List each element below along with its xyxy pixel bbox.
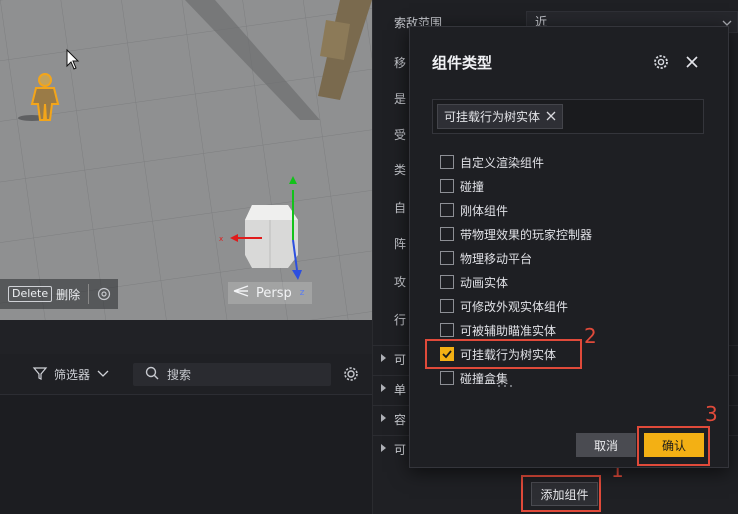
- dialog-close-icon[interactable]: [684, 54, 700, 73]
- selected-object[interactable]: [245, 205, 298, 268]
- expand-triangle-icon: [381, 444, 386, 452]
- camera-mode-button[interactable]: Persp z: [228, 282, 312, 304]
- delete-label[interactable]: 删除: [56, 286, 80, 303]
- checkbox[interactable]: [440, 371, 454, 385]
- option-collision[interactable]: 碰撞: [440, 177, 484, 195]
- option-label: 带物理效果的玩家控制器: [460, 227, 593, 242]
- checkbox[interactable]: [440, 251, 454, 265]
- perspective-icon: [232, 285, 250, 301]
- expand-triangle-icon: [381, 384, 386, 392]
- option-physics-moving-platform[interactable]: 物理移动平台: [440, 249, 532, 267]
- panel-settings-gear-icon[interactable]: [343, 366, 359, 385]
- option-physics-player-controller[interactable]: 带物理效果的玩家控制器: [440, 225, 592, 243]
- annotation-number-3: 3: [705, 402, 718, 426]
- search-input[interactable]: 搜索: [133, 363, 331, 386]
- option-label: 碰撞: [460, 179, 485, 194]
- checkbox[interactable]: [440, 299, 454, 313]
- selected-tag-label: 可挂载行为树实体: [444, 110, 541, 124]
- component-type-dialog: [409, 26, 729, 468]
- viewport-toolbar: Delete 删除: [0, 279, 118, 309]
- checkbox[interactable]: [440, 155, 454, 169]
- option-animated-entity[interactable]: 动画实体: [440, 273, 508, 291]
- selected-tag-chip: 可挂载行为树实体: [437, 104, 564, 129]
- camera-mode-label: Persp: [256, 285, 292, 301]
- section-label: 可: [394, 353, 407, 367]
- option-custom-render[interactable]: 自定义渲染组件: [440, 153, 544, 171]
- option-label: 可被辅助瞄准实体: [460, 323, 557, 338]
- option-label: 可修改外观实体组件: [460, 299, 569, 314]
- prop-label-type: 类: [394, 163, 407, 177]
- filter-dropdown[interactable]: 筛选器: [32, 363, 110, 385]
- asset-panel-header: [0, 320, 372, 355]
- option-label: 动画实体: [460, 275, 509, 290]
- filter-label: 筛选器: [54, 367, 91, 382]
- option-label: 刚体组件: [460, 203, 509, 218]
- filter-icon: [32, 365, 48, 384]
- prop-label-attack: 攻: [394, 275, 407, 289]
- delete-key-hint: Delete: [8, 286, 53, 302]
- option-rigidbody[interactable]: 刚体组件: [440, 201, 508, 219]
- dialog-settings-gear-icon[interactable]: [653, 54, 669, 73]
- checkbox[interactable]: [440, 227, 454, 241]
- search-icon: [145, 366, 159, 383]
- tag-remove-icon[interactable]: [546, 110, 556, 124]
- checkbox[interactable]: [440, 179, 454, 193]
- toolbar-divider: [88, 284, 90, 304]
- chevron-down-icon: [96, 367, 110, 381]
- option-modifiable-appearance[interactable]: 可修改外观实体组件: [440, 297, 568, 315]
- prop-label-receive: 受: [394, 128, 407, 142]
- focus-icon[interactable]: [97, 287, 111, 301]
- section-label: 容: [394, 413, 407, 427]
- search-placeholder: 搜索: [167, 368, 192, 382]
- annotation-number-2: 2: [584, 324, 597, 348]
- annotation-box-2: [425, 339, 582, 369]
- section-label: 可: [394, 443, 407, 457]
- prop-label-action: 行: [394, 313, 407, 327]
- checkbox[interactable]: [440, 323, 454, 337]
- dialog-title: 组件类型: [432, 54, 493, 72]
- scene-render: x: [0, 0, 372, 320]
- prop-label-self: 自: [394, 201, 407, 215]
- axis-z-label: z: [299, 288, 305, 298]
- scene-viewport[interactable]: x Delete 删除 Persp z: [0, 0, 372, 320]
- prop-label-faction: 阵: [394, 237, 407, 251]
- annotation-box-3: [637, 426, 710, 466]
- option-aim-assist-target[interactable]: 可被辅助瞄准实体: [440, 321, 556, 339]
- prop-label-move: 移: [394, 56, 407, 70]
- cancel-button[interactable]: 取消: [576, 433, 636, 457]
- option-label: 自定义渲染组件: [460, 155, 545, 170]
- expand-triangle-icon: [381, 414, 386, 422]
- checkbox[interactable]: [440, 275, 454, 289]
- option-label: 物理移动平台: [460, 251, 533, 266]
- expand-triangle-icon: [381, 354, 386, 362]
- more-indicator: [496, 378, 514, 387]
- prop-label-is: 是: [394, 92, 407, 106]
- section-label: 单: [394, 383, 407, 397]
- annotation-box-1: [521, 475, 601, 512]
- checkbox[interactable]: [440, 203, 454, 217]
- axis-x-label: x: [219, 235, 223, 243]
